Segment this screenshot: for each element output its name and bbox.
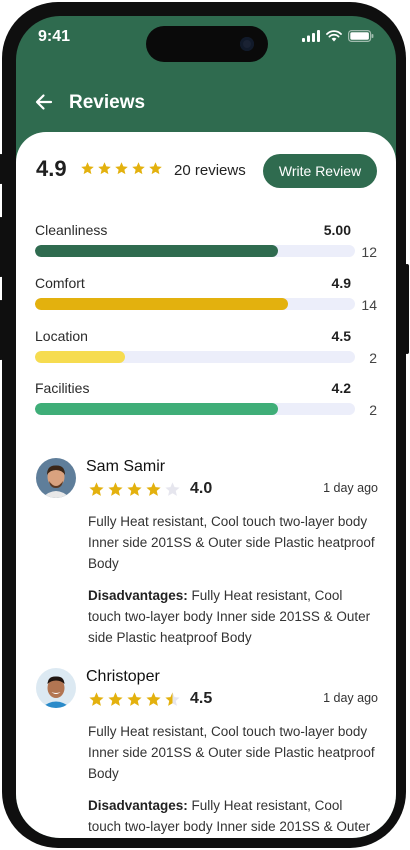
star-icon [107, 481, 124, 498]
category-score: 4.5 [331, 328, 351, 344]
side-button-volume-down [0, 300, 3, 360]
rating-bar-track [35, 298, 355, 310]
reviewer-name: Christoper [86, 668, 160, 685]
rating-bar-fill [35, 351, 125, 363]
reviewer-name: Sam Samir [86, 458, 166, 475]
review-disadvantages: Disadvantages: Fully Heat resistant, Coo… [88, 585, 378, 648]
category-cleanliness: Cleanliness 5.00 12 [35, 222, 377, 274]
category-count: 2 [369, 402, 377, 418]
category-score: 4.9 [331, 275, 351, 291]
screen: 9:41 Reviews 4.9 20 reviews Write Review… [16, 16, 396, 838]
category-location: Location 4.5 2 [35, 328, 377, 380]
status-icons [302, 30, 374, 42]
app-header: Reviews [16, 76, 396, 126]
star-icon [145, 691, 162, 708]
star-icon [126, 691, 143, 708]
avatar [36, 458, 76, 498]
category-score: 5.00 [323, 222, 351, 238]
dynamic-island [146, 26, 268, 62]
category-name: Cleanliness [35, 222, 108, 238]
back-arrow-icon[interactable] [34, 92, 54, 112]
category-name: Facilities [35, 380, 90, 396]
page-title: Reviews [69, 92, 146, 113]
write-review-button[interactable]: Write Review [263, 154, 377, 188]
category-count: 2 [369, 350, 377, 366]
review-date: 1 day ago [323, 481, 378, 495]
camera-icon [240, 37, 254, 51]
review-rating: 4.5 [190, 690, 213, 707]
category-comfort: Comfort 4.9 14 [35, 275, 377, 327]
star-icon [88, 481, 105, 498]
star-icon [164, 481, 181, 498]
battery-icon [348, 30, 374, 42]
category-name: Comfort [35, 275, 85, 291]
side-button-volume-up [0, 217, 3, 277]
star-icon [88, 691, 105, 708]
wifi-icon [326, 30, 342, 42]
star-icon [107, 691, 124, 708]
star-icon [126, 481, 143, 498]
review-disadvantages: Disadvantages: Fully Heat resistant, Coo… [88, 795, 378, 838]
rating-bar-track [35, 403, 355, 415]
average-rating: 4.9 [36, 156, 67, 181]
category-score: 4.2 [331, 380, 351, 396]
star-icon [114, 161, 129, 176]
status-bar: 9:41 [16, 16, 396, 62]
review-stars [88, 481, 181, 498]
category-count: 14 [361, 297, 377, 313]
star-icon [164, 691, 181, 708]
review-text: Fully Heat resistant, Cool touch two-lay… [88, 724, 375, 781]
review-text: Fully Heat resistant, Cool touch two-lay… [88, 514, 375, 571]
star-icon [148, 161, 163, 176]
category-count: 12 [361, 244, 377, 260]
reviews-sheet: 4.9 20 reviews Write Review Cleanliness … [16, 132, 396, 838]
rating-bar-track [35, 351, 355, 363]
side-button-silent [0, 154, 3, 184]
review-rating: 4.0 [190, 480, 213, 497]
avatar-christoper-image [36, 668, 76, 708]
rating-bar-fill [35, 298, 288, 310]
star-icon [145, 481, 162, 498]
rating-bar-fill [35, 403, 279, 415]
category-name: Location [35, 328, 88, 344]
category-facilities: Facilities 4.2 2 [35, 380, 377, 432]
rating-bar-track [35, 245, 355, 257]
star-icon [97, 161, 112, 176]
rating-summary: 4.9 20 reviews Write Review [36, 154, 378, 188]
side-button-power [405, 264, 409, 354]
star-icon [131, 161, 146, 176]
disadvantages-label: Disadvantages: [88, 588, 188, 603]
rating-bar-fill [35, 245, 279, 257]
star-icon [80, 161, 95, 176]
summary-stars [80, 161, 163, 176]
review-count: 20 reviews [174, 162, 246, 179]
avatar [36, 668, 76, 708]
review-date: 1 day ago [323, 691, 378, 705]
avatar-sam-image [36, 458, 76, 498]
phone-frame: 9:41 Reviews 4.9 20 reviews Write Review… [0, 2, 409, 848]
signal-icon [302, 30, 320, 42]
disadvantages-label: Disadvantages: [88, 798, 188, 813]
status-time: 9:41 [38, 28, 71, 45]
review-stars [88, 691, 181, 708]
